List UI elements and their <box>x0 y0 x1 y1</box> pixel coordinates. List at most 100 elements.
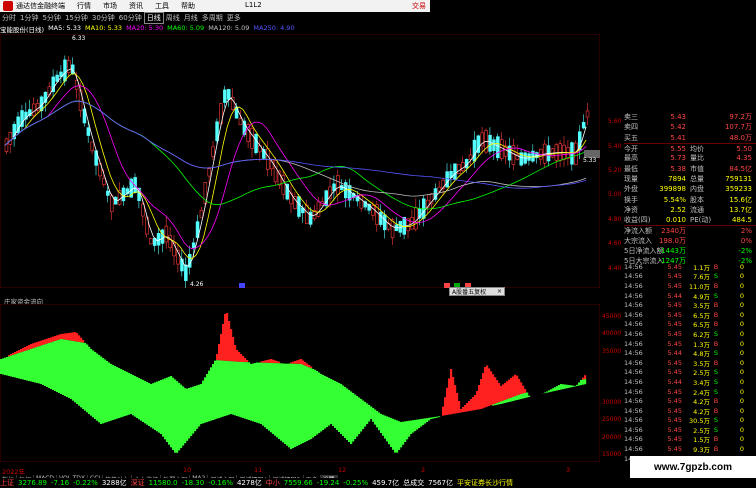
period-tab[interactable]: 1分钟 <box>18 13 40 23</box>
candle <box>348 185 351 200</box>
tick-t: 14:56 <box>624 407 654 415</box>
candlestick-chart[interactable]: 6.33 4.26 5.33 <box>0 34 600 288</box>
period-tab-active[interactable]: 日线 <box>144 12 164 24</box>
tick-list[interactable]: 14:565.451.1万B014:565.457.6万S014:565.451… <box>624 262 756 468</box>
menu-tools[interactable]: 工具 <box>155 1 169 11</box>
candle <box>251 128 254 148</box>
flow-tick: 30000 <box>602 399 621 406</box>
period-tab[interactable]: 月线 <box>182 13 200 23</box>
title-right: L1L2 <box>245 1 262 11</box>
candle <box>67 61 70 73</box>
quote-a: 卖四 <box>624 122 658 132</box>
candle <box>317 202 320 217</box>
quote-a: 大宗流入 <box>624 236 658 246</box>
date-axis: 2022年 10 11 12 2 3 <box>0 466 600 475</box>
quote-d: 13.7亿 <box>722 205 752 215</box>
tick-v: 1.3万 <box>682 339 710 349</box>
tick-v: 2.4万 <box>682 387 710 397</box>
quote-d: 84.5亿 <box>722 164 752 174</box>
ma5-label: MA5: 5.33 <box>48 24 81 33</box>
quote-row: 卖三5.4397.2万 <box>624 112 756 122</box>
date-tick: 2 <box>421 466 425 474</box>
tick-t: 14:56 <box>624 426 654 434</box>
quote-b: 5.42 <box>658 123 686 131</box>
quote-a: 买五 <box>624 133 658 143</box>
tick-p: 5.44 <box>654 349 682 357</box>
zx-index-change: -19.24 <box>317 479 340 487</box>
quote-b: 399898 <box>658 185 686 193</box>
low-price-label: 4.26 <box>190 281 204 288</box>
quote-b: 7894 <box>658 175 686 183</box>
sh-index-name[interactable]: 上证 <box>0 478 14 488</box>
quote-b: 0.010 <box>658 216 686 224</box>
fund-flow-chart[interactable] <box>0 304 600 462</box>
ma-legend: 宝能股份(日线) MA5: 5.33 MA10: 5.33 MA20: 5.30… <box>0 24 299 33</box>
period-tab[interactable]: 30分钟 <box>90 13 117 23</box>
sh-index-change: -7.16 <box>51 479 69 487</box>
period-tab[interactable]: 更多 <box>225 13 243 23</box>
tick-t: 14:56 <box>624 320 654 328</box>
total-amount-label: 总成交 <box>403 478 424 488</box>
candle <box>223 90 226 103</box>
candle <box>446 172 449 187</box>
period-tab[interactable]: 分时 <box>0 13 18 23</box>
period-tab[interactable]: 多周期 <box>200 13 225 23</box>
quote-d: 5.50 <box>722 145 752 153</box>
candle <box>586 111 589 117</box>
flow-tick: 15000 <box>602 451 621 458</box>
tick-v: 1.5万 <box>682 434 710 444</box>
tick-p: 5.45 <box>654 272 682 280</box>
tick-row: 14:565.454.2万B0 <box>624 406 756 416</box>
tick-t: 14:56 <box>624 301 654 309</box>
tick-v: 3.4万 <box>682 377 710 387</box>
tick-n: 0 <box>722 445 744 453</box>
candle <box>212 147 215 156</box>
candle <box>415 208 418 229</box>
quote-b: -1443万 <box>658 246 686 256</box>
tick-bs: S <box>710 272 722 280</box>
quote-d: 759131 <box>722 175 752 183</box>
price-tick: 5.00 <box>608 191 621 198</box>
quote-c: 总量 <box>690 174 722 184</box>
tick-t: 14:56 <box>624 349 654 357</box>
tick-p: 5.45 <box>654 330 682 338</box>
tick-row: 14:565.452.4万S0 <box>624 387 756 397</box>
ma10-label: MA10: 5.33 <box>85 24 122 33</box>
period-tab[interactable]: 60分钟 <box>117 13 144 23</box>
sz-index-name[interactable]: 深证 <box>131 478 145 488</box>
trade-button[interactable]: 交易 <box>412 1 426 11</box>
candle <box>383 215 386 230</box>
tick-row: 14:565.444.9万S0 <box>624 291 756 301</box>
zx-index-name[interactable]: 中小 <box>266 478 280 488</box>
candle <box>493 140 496 151</box>
price-tick: 4.40 <box>608 265 621 272</box>
broker-name: 平安证券长沙行情 <box>457 478 513 488</box>
menu-market[interactable]: 市场 <box>103 1 117 11</box>
zx-index-amount: 459.7亿 <box>372 478 399 488</box>
tick-p: 5.45 <box>654 311 682 319</box>
quote-d: 2% <box>722 227 752 235</box>
candle <box>574 143 577 165</box>
candle <box>337 175 340 194</box>
candle <box>157 233 160 245</box>
popup-close-icon[interactable]: × <box>495 288 504 295</box>
quote-a: 现量 <box>624 174 658 184</box>
period-tab[interactable]: 5分钟 <box>40 13 62 23</box>
menu-quotes[interactable]: 行情 <box>77 1 91 11</box>
period-tab[interactable]: 周线 <box>164 13 182 23</box>
tick-row: 14:565.456.5万B0 <box>624 310 756 320</box>
menu-news[interactable]: 资讯 <box>129 1 143 11</box>
menu-help[interactable]: 帮助 <box>181 1 195 11</box>
period-tab[interactable]: 15分钟 <box>63 13 90 23</box>
tick-row: 14:565.452.5万S0 <box>624 425 756 435</box>
quote-row: 净流入额2340万2% <box>624 225 756 235</box>
app-logo-icon <box>3 1 13 11</box>
tick-bs: B <box>710 407 722 415</box>
quote-d: 15.6亿 <box>722 195 752 205</box>
quote-b: 5.43 <box>658 113 686 121</box>
quote-row: 现量7894 总量759131 <box>624 174 756 184</box>
quote-a: 外盘 <box>624 184 658 194</box>
adjust-popup[interactable]: A股番五复权 × <box>449 287 505 296</box>
adjust-popup-label: A股番五复权 <box>452 287 486 296</box>
tick-n: 0 <box>722 368 744 376</box>
